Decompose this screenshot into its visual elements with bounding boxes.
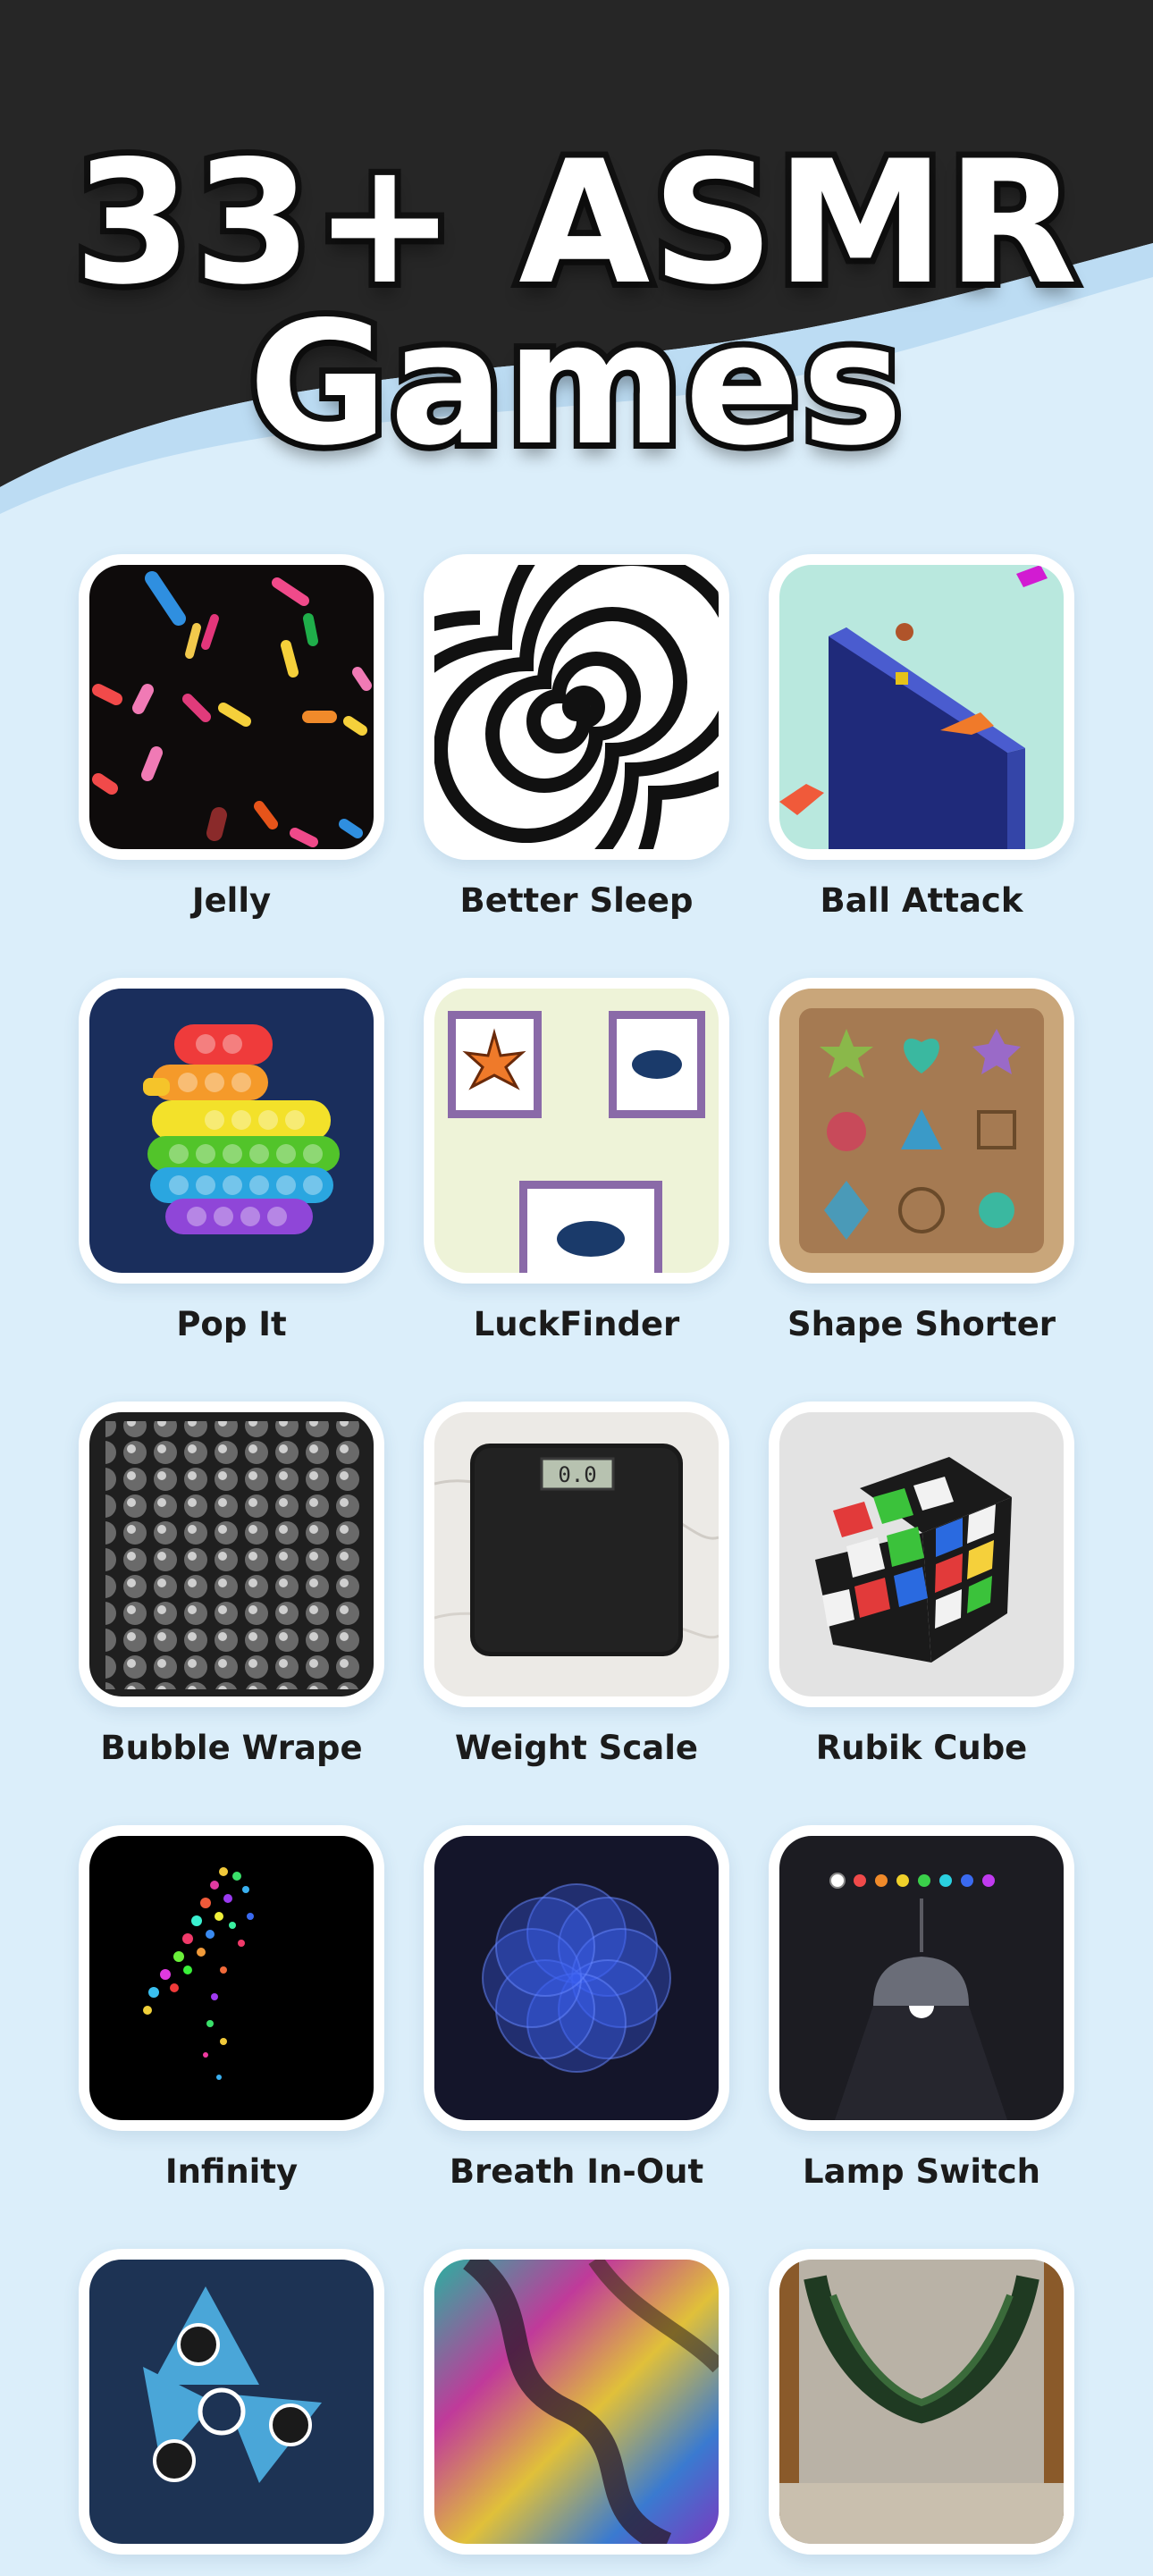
game-label: Better Sleep — [459, 881, 694, 920]
game-tile-better-sleep[interactable]: Better Sleep — [404, 554, 749, 920]
game-label: Breath In-Out — [449, 2152, 704, 2191]
breath-flower-icon — [434, 1836, 719, 2120]
game-tile-jelly[interactable]: Jelly — [59, 554, 404, 920]
game-tile-weight-scale[interactable]: 0.0 Weight Scale — [404, 1402, 749, 1767]
ball-attack-icon — [779, 565, 1064, 849]
game-card[interactable] — [424, 1825, 729, 2131]
game-label: Rubik Cube — [815, 1729, 1028, 1767]
shape-sorter-icon — [779, 989, 1064, 1273]
game-card[interactable] — [79, 1402, 384, 1707]
game-tile-lamp-switch[interactable]: Lamp Switch — [749, 1825, 1094, 2191]
spiral-icon — [434, 565, 719, 849]
lamp-icon — [779, 1836, 1064, 2120]
game-label: Pop It — [176, 1305, 287, 1343]
game-card[interactable] — [79, 554, 384, 860]
game-tile-breath-in-out[interactable]: Breath In-Out — [404, 1825, 749, 2191]
game-label: Jelly — [191, 881, 272, 920]
game-tile-luckfinder[interactable]: LuckFinder — [404, 978, 749, 1343]
game-card[interactable] — [79, 1825, 384, 2131]
game-card[interactable] — [769, 2249, 1074, 2555]
game-card[interactable] — [424, 2249, 729, 2555]
infinity-particles-icon — [89, 1836, 374, 2120]
game-tile-bubble-wrape[interactable]: Bubble Wrape — [59, 1402, 404, 1767]
slingshot-forest-icon — [779, 2260, 1064, 2544]
game-tile-infinity[interactable]: Infinity — [59, 1825, 404, 2191]
game-card[interactable] — [424, 554, 729, 860]
game-tile-fidget-spinner[interactable] — [59, 2249, 404, 2576]
game-label: Ball Attack — [820, 881, 1023, 920]
game-card[interactable] — [769, 978, 1074, 1284]
game-card[interactable] — [79, 2249, 384, 2555]
fidget-spinner-icon — [89, 2260, 374, 2544]
game-tile-shape-shorter[interactable]: Shape Shorter — [749, 978, 1094, 1343]
game-label: Lamp Switch — [803, 2152, 1040, 2191]
colorful-terrain-icon — [434, 2260, 719, 2544]
game-tile-terrain[interactable] — [404, 2249, 749, 2576]
game-label: Weight Scale — [455, 1729, 698, 1767]
games-grid: Jelly Better Sleep Ball Attack Pop It Lu… — [0, 0, 1153, 2555]
game-card[interactable] — [769, 1825, 1074, 2131]
game-tile-slingshot[interactable] — [749, 2249, 1094, 2576]
game-card[interactable] — [424, 978, 729, 1284]
game-label: Shape Shorter — [787, 1305, 1056, 1343]
game-tile-rubik-cube[interactable]: Rubik Cube — [749, 1402, 1094, 1767]
game-card[interactable] — [769, 554, 1074, 860]
game-tile-pop-it[interactable]: Pop It — [59, 978, 404, 1343]
game-card[interactable]: 0.0 — [424, 1402, 729, 1707]
bubble-wrap-icon — [89, 1412, 374, 1696]
weight-scale-icon: 0.0 — [434, 1412, 719, 1696]
pop-it-duck-icon — [89, 989, 374, 1273]
game-label: Bubble Wrape — [100, 1729, 363, 1767]
rubik-cube-icon — [779, 1412, 1064, 1696]
game-card[interactable] — [769, 1402, 1074, 1707]
game-label: LuckFinder — [473, 1305, 680, 1343]
scale-readout: 0.0 — [558, 1462, 596, 1487]
game-tile-ball-attack[interactable]: Ball Attack — [749, 554, 1094, 920]
game-label: Infinity — [164, 2152, 299, 2191]
luck-finder-icon — [434, 989, 719, 1273]
jelly-icon — [89, 565, 374, 849]
game-card[interactable] — [79, 978, 384, 1284]
